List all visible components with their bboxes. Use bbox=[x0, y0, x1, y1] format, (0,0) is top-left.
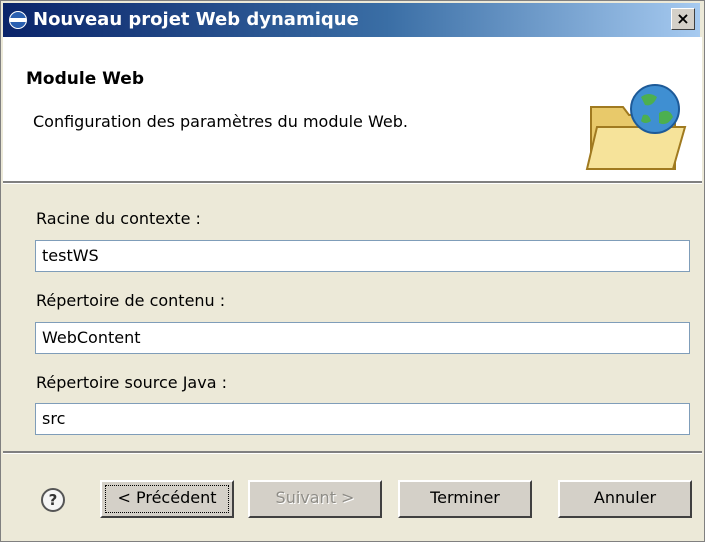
next-button[interactable]: Suivant > bbox=[248, 480, 382, 518]
content-dir-label: Répertoire de contenu : bbox=[36, 291, 226, 310]
header-separator bbox=[3, 181, 702, 184]
title-bar[interactable]: Nouveau projet Web dynamique × bbox=[3, 3, 700, 37]
cancel-button[interactable]: Annuler bbox=[558, 480, 692, 518]
page-description: Configuration des paramètres du module W… bbox=[33, 112, 408, 131]
context-root-label: Racine du contexte : bbox=[36, 209, 201, 228]
page-title: Module Web bbox=[26, 69, 144, 89]
close-button[interactable]: × bbox=[671, 8, 695, 30]
java-source-label: Répertoire source Java : bbox=[36, 373, 227, 392]
footer-separator bbox=[3, 451, 702, 454]
help-icon[interactable]: ? bbox=[41, 488, 65, 512]
globe-icon bbox=[9, 11, 27, 29]
finish-button[interactable]: Terminer bbox=[398, 480, 532, 518]
java-source-input[interactable]: src bbox=[35, 403, 690, 435]
wizard-header: Module Web Configuration des paramètres … bbox=[3, 37, 702, 181]
folder-globe-icon bbox=[585, 84, 687, 170]
content-dir-input[interactable]: WebContent bbox=[35, 322, 690, 354]
window-title: Nouveau projet Web dynamique bbox=[33, 9, 359, 30]
wizard-window: Nouveau projet Web dynamique × Module We… bbox=[0, 0, 705, 542]
context-root-input[interactable]: testWS bbox=[35, 240, 690, 272]
back-button[interactable]: < Précédent bbox=[100, 480, 234, 518]
